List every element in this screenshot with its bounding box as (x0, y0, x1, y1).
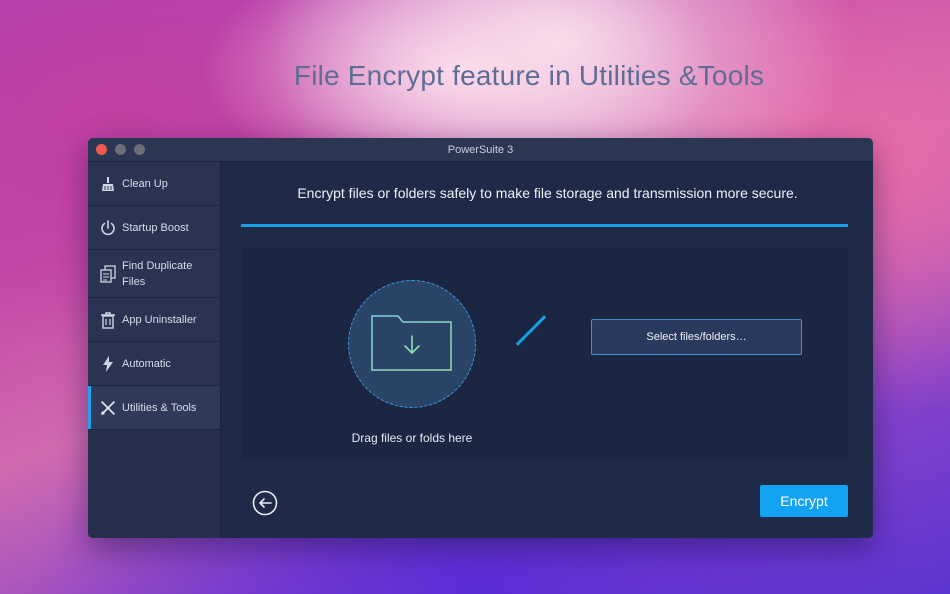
lightning-icon (98, 354, 118, 374)
description-text: Encrypt files or folders safely to make … (297, 185, 798, 201)
power-icon (98, 218, 118, 238)
window-title: PowerSuite 3 (447, 144, 514, 156)
duplicate-files-icon (98, 264, 118, 284)
drop-zone[interactable]: Drag files or folds here Select files/fo… (241, 247, 848, 459)
encrypt-button[interactable]: Encrypt (760, 485, 848, 517)
progress-bar (241, 224, 848, 227)
broom-icon (98, 174, 118, 194)
sidebar-item-find-duplicate-files[interactable]: Find Duplicate Files (88, 250, 220, 298)
sidebar-item-utilities-tools[interactable]: Utilities & Tools (88, 386, 220, 430)
trash-icon (98, 310, 118, 330)
drop-target-circle[interactable] (348, 280, 476, 408)
title-bar: PowerSuite 3 (88, 138, 873, 162)
sidebar-item-label: Automatic (122, 357, 171, 370)
sidebar-item-label: Clean Up (122, 177, 168, 190)
divider-slash (515, 315, 547, 346)
folder-download-icon (370, 312, 454, 377)
sidebar-item-clean-up[interactable]: Clean Up (88, 162, 220, 206)
app-window: PowerSuite 3 Clean Up Startup Boost Find… (88, 138, 873, 538)
sidebar-item-app-uninstaller[interactable]: App Uninstaller (88, 298, 220, 342)
back-arrow-icon (252, 490, 278, 521)
sidebar-item-startup-boost[interactable]: Startup Boost (88, 206, 220, 250)
drag-hint-label: Drag files or folds here (351, 431, 473, 445)
sidebar-item-label: Startup Boost (122, 221, 189, 234)
sidebar-item-automatic[interactable]: Automatic (88, 342, 220, 386)
page-headline: File Encrypt feature in Utilities &Tools (293, 60, 765, 91)
back-button[interactable] (252, 490, 278, 521)
sidebar-item-label: Find Duplicate Files (122, 259, 193, 288)
sidebar-item-label: App Uninstaller (122, 313, 197, 326)
select-files-button[interactable]: Select files/folders… (591, 319, 802, 355)
main-content: Encrypt files or folders safely to make … (222, 162, 873, 538)
sidebar-item-label: Utilities & Tools (122, 401, 197, 414)
sidebar: Clean Up Startup Boost Find Duplicate Fi… (88, 162, 221, 538)
tools-icon (98, 398, 118, 418)
